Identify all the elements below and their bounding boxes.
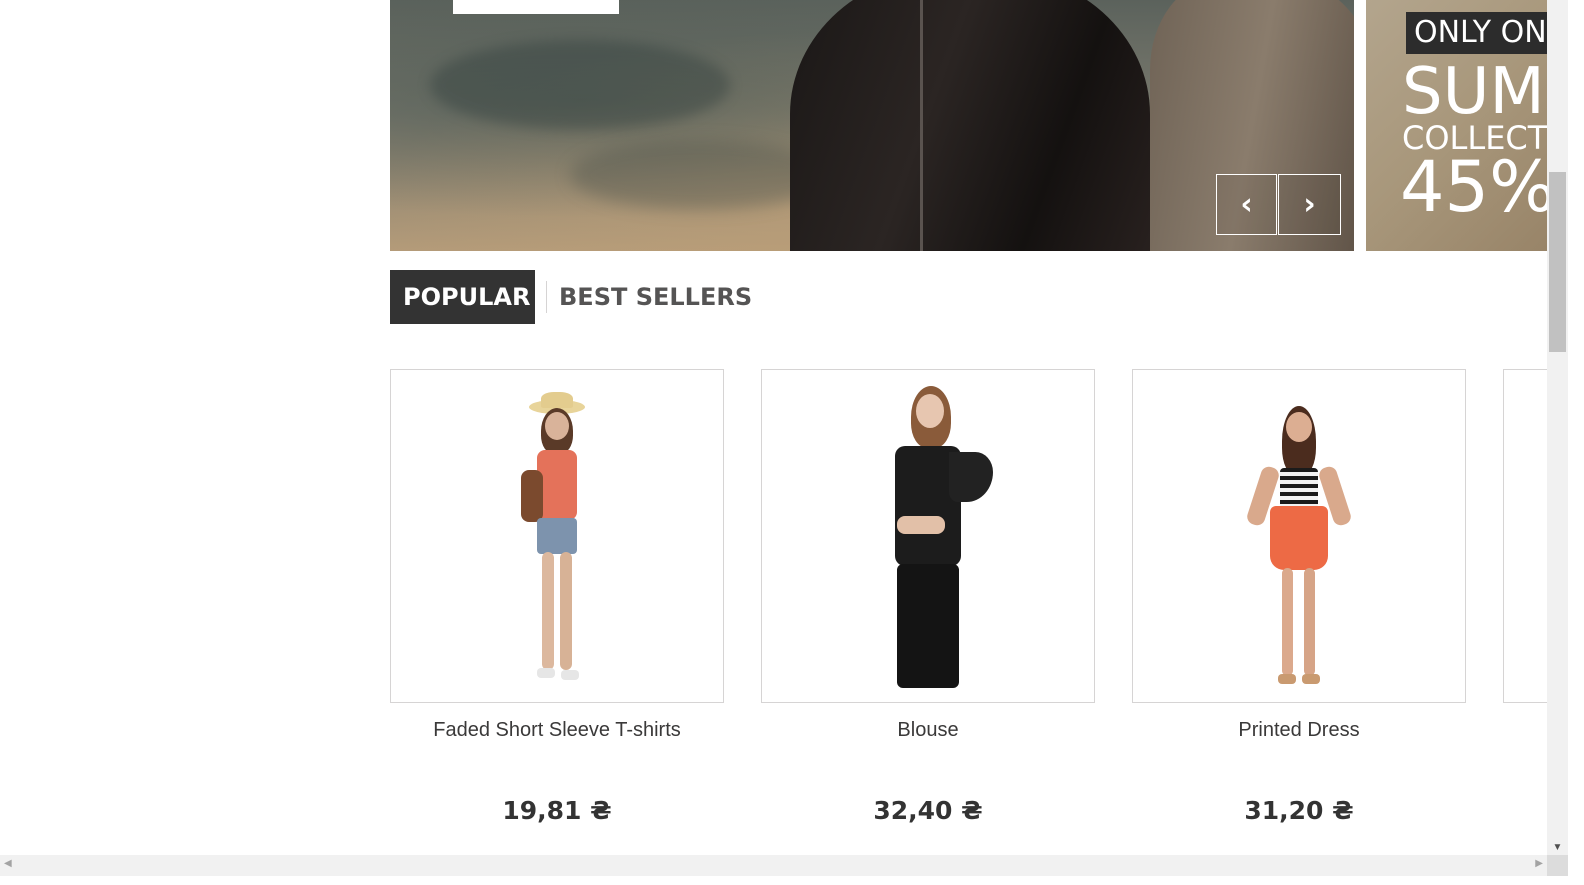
scroll-right-arrow-icon[interactable]: ▶: [1535, 858, 1543, 869]
horizontal-scrollbar[interactable]: ◀ ▶: [0, 855, 1547, 876]
product-image[interactable]: [390, 369, 724, 703]
scroll-left-arrow-icon[interactable]: ◀: [4, 858, 12, 869]
product-image[interactable]: [1132, 369, 1466, 703]
slider-next-button[interactable]: ›: [1278, 174, 1341, 235]
product-card: [1503, 369, 1547, 703]
homepage-slider[interactable]: ‹ ›: [390, 0, 1354, 251]
product-card: Printed Dress 31,20 ₴: [1132, 369, 1466, 825]
page-viewport: ‹ › ONLY ON SUM COLLECTIO 45% POPULAR BE…: [0, 0, 1547, 855]
product-photo-model: [507, 392, 607, 690]
vertical-scrollbar-thumb[interactable]: [1549, 172, 1566, 352]
product-photo-model: [853, 386, 1003, 691]
product-price: 32,40 ₴: [873, 796, 983, 825]
tab-popular[interactable]: POPULAR: [390, 270, 535, 324]
product-image[interactable]: [1503, 369, 1547, 703]
vertical-scrollbar[interactable]: ▼: [1547, 0, 1568, 855]
chevron-right-icon: ›: [1303, 187, 1316, 222]
slider-bg-cloud: [430, 40, 730, 130]
slider-prev-button[interactable]: ‹: [1216, 174, 1277, 235]
product-image[interactable]: [761, 369, 1095, 703]
product-name[interactable]: Blouse: [761, 719, 1095, 742]
product-price: 19,81 ₴: [502, 796, 612, 825]
chevron-left-icon: ‹: [1240, 187, 1253, 222]
product-name[interactable]: Faded Short Sleeve T-shirts: [390, 719, 724, 742]
scroll-down-arrow-icon[interactable]: ▼: [1547, 842, 1568, 853]
slider-shop-now-button[interactable]: [453, 0, 619, 14]
promo-badge: ONLY ON: [1406, 12, 1547, 54]
slider-jacket-zip: [920, 0, 923, 251]
product-photo-model: [1244, 406, 1354, 691]
page-bottom-strip: [0, 876, 1584, 885]
product-price: 31,20 ₴: [1244, 796, 1354, 825]
scrollbar-corner: [1547, 855, 1568, 876]
promo-headline: SUM: [1402, 55, 1545, 129]
product-card: Blouse 32,40 ₴: [761, 369, 1095, 825]
promo-discount: 45%: [1400, 146, 1547, 228]
product-tabs: POPULAR BEST SELLERS: [390, 270, 752, 324]
tab-best-sellers[interactable]: BEST SELLERS: [559, 270, 752, 324]
product-name[interactable]: Printed Dress: [1132, 719, 1466, 742]
slider-model-jacket: [790, 0, 1150, 251]
product-card: Faded Short Sleeve T-shirts 19,81 ₴: [390, 369, 724, 825]
slider-nav: ‹ ›: [1216, 174, 1341, 235]
tab-divider: [546, 281, 547, 313]
promo-banner[interactable]: ONLY ON SUM COLLECTIO 45%: [1366, 0, 1547, 251]
